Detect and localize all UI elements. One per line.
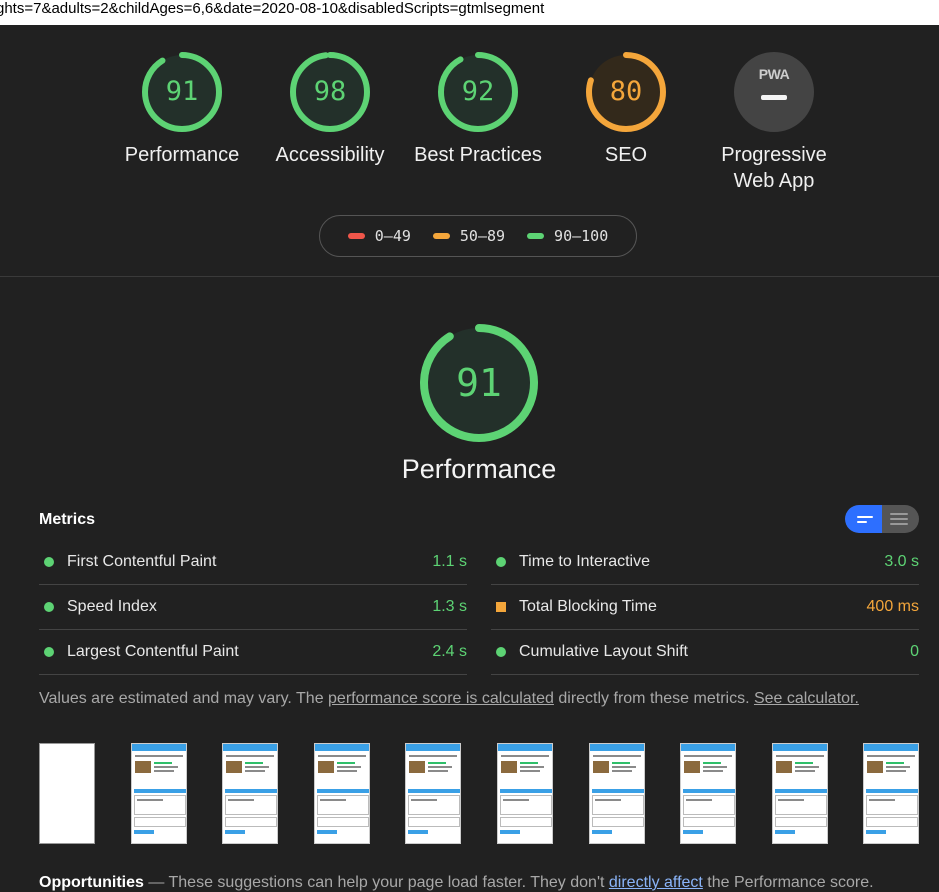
gauge-label: Accessibility	[275, 144, 385, 166]
gauge-score: 91	[165, 76, 199, 107]
filmstrip-frame	[130, 743, 187, 844]
legend-average-label: 50–89	[459, 227, 506, 245]
metric-name: Time to Interactive	[519, 553, 651, 570]
metrics-note: Values are estimated and may vary. The p…	[39, 690, 859, 708]
gauge-ring: 92	[438, 52, 518, 132]
filmstrip-frame	[771, 743, 828, 844]
pass-indicator-icon	[496, 647, 506, 657]
compact-view-icon	[857, 516, 873, 518]
metric-name: Cumulative Layout Shift	[519, 643, 688, 660]
pass-indicator-icon	[44, 647, 54, 657]
performance-gauge-large: 91	[420, 324, 538, 442]
gauge-score: 98	[313, 76, 347, 107]
gauge-label: Best Practices	[414, 144, 542, 166]
filmstrip-frame	[222, 743, 279, 844]
metrics-heading: Metrics	[39, 511, 96, 528]
metric-value: 0	[910, 643, 919, 660]
opportunities-suffix: the Performance score.	[702, 874, 874, 891]
score-calculated-link[interactable]: performance score is calculated	[328, 690, 554, 707]
gauge-best-practices[interactable]: 92 Best Practices	[403, 52, 553, 168]
legend-average-swatch	[432, 233, 450, 239]
metric-value: 400 ms	[866, 598, 919, 615]
metric-value: 3.0 s	[884, 553, 919, 570]
url-text: ghts=7&adults=2&childAges=6,6&date=2020-…	[0, 0, 545, 17]
gauge-score: 92	[461, 76, 495, 107]
url-bar[interactable]: ghts=7&adults=2&childAges=6,6&date=2020-…	[0, 0, 939, 25]
see-calculator-link[interactable]: See calculator.	[754, 690, 859, 707]
filmstrip-frame	[863, 743, 920, 844]
filmstrip-frame	[39, 743, 95, 844]
legend-fail: 0–49	[347, 227, 411, 245]
note-middle: directly from these metrics.	[553, 690, 754, 707]
metrics-view-toggle[interactable]	[845, 505, 919, 533]
legend-pass-label: 90–100	[554, 227, 609, 245]
section-divider	[0, 276, 939, 277]
directly-affect-link[interactable]: directly affect	[609, 874, 703, 891]
gauge-seo[interactable]: 80 SEO	[566, 52, 686, 168]
gauge-label: Progressive Web App	[704, 142, 844, 194]
compact-view-button[interactable]	[845, 505, 882, 533]
expanded-view-icon-line	[890, 523, 908, 525]
metric-value: 2.4 s	[432, 643, 467, 660]
legend-pass: 90–100	[527, 227, 608, 245]
expanded-view-icon-line	[890, 518, 908, 520]
pass-indicator-icon	[44, 602, 54, 612]
opportunities-title: Opportunities	[39, 874, 144, 891]
metric-time-to-interactive[interactable]: Time to Interactive 3.0 s	[491, 540, 919, 585]
gauge-ring: 98	[290, 52, 370, 132]
metric-total-blocking-time[interactable]: Total Blocking Time 400 ms	[491, 585, 919, 630]
legend-average: 50–89	[432, 227, 506, 245]
gauge-ring: 91	[142, 52, 222, 132]
filmstrip-frame	[497, 743, 553, 844]
gauge-label: Performance	[124, 144, 240, 166]
performance-title: Performance	[401, 454, 557, 484]
pwa-label-line1: Progressive	[721, 144, 827, 166]
expanded-view-icon	[890, 513, 908, 515]
compact-view-icon-line	[857, 521, 867, 523]
legend-fail-swatch	[347, 233, 365, 239]
average-indicator-icon	[496, 602, 506, 612]
gauge-ring: 91	[420, 324, 538, 442]
gauge-ring: 80	[586, 52, 666, 132]
opportunities-header: Opportunities — These suggestions can he…	[39, 874, 874, 892]
metric-value: 1.3 s	[432, 598, 467, 615]
opportunities-dash: —	[143, 874, 169, 891]
opportunities-text: These suggestions can help your page loa…	[168, 874, 609, 891]
pwa-label-line2: Web App	[733, 170, 815, 192]
filmstrip-frame	[680, 743, 737, 844]
metric-name: Total Blocking Time	[519, 598, 657, 615]
expanded-view-button[interactable]	[882, 505, 919, 533]
pwa-badge: PWA	[734, 52, 814, 132]
metric-name: Largest Contentful Paint	[67, 643, 239, 660]
gauge-label: SEO	[604, 144, 648, 166]
pass-indicator-icon	[44, 557, 54, 567]
metric-largest-contentful-paint[interactable]: Largest Contentful Paint 2.4 s	[39, 630, 467, 675]
filmstrip-frame	[313, 743, 370, 844]
metric-cumulative-layout-shift[interactable]: Cumulative Layout Shift 0	[491, 630, 919, 675]
performance-score: 91	[456, 361, 502, 405]
filmstrip-frame	[405, 743, 462, 844]
note-prefix: Values are estimated and may vary. The	[39, 690, 329, 707]
metric-speed-index[interactable]: Speed Index 1.3 s	[39, 585, 467, 630]
legend-pass-swatch	[527, 233, 545, 239]
metric-name: Speed Index	[67, 598, 157, 615]
pwa-badge-text: PWA	[758, 66, 790, 82]
legend-fail-label: 0–49	[374, 227, 411, 245]
metric-value: 1.1 s	[432, 553, 467, 570]
gauge-accessibility[interactable]: 98 Accessibility	[270, 52, 390, 168]
score-legend: 0–49 50–89 90–100	[319, 215, 637, 257]
metric-name: First Contentful Paint	[67, 553, 217, 570]
metric-first-contentful-paint[interactable]: First Contentful Paint 1.1 s	[39, 540, 467, 585]
filmstrip-frame	[588, 743, 645, 844]
gauge-pwa[interactable]: PWA Progressive Web App	[704, 52, 844, 194]
gauge-score: 80	[609, 76, 643, 107]
pass-indicator-icon	[496, 557, 506, 567]
gauge-performance[interactable]: 91 Performance	[122, 52, 242, 168]
